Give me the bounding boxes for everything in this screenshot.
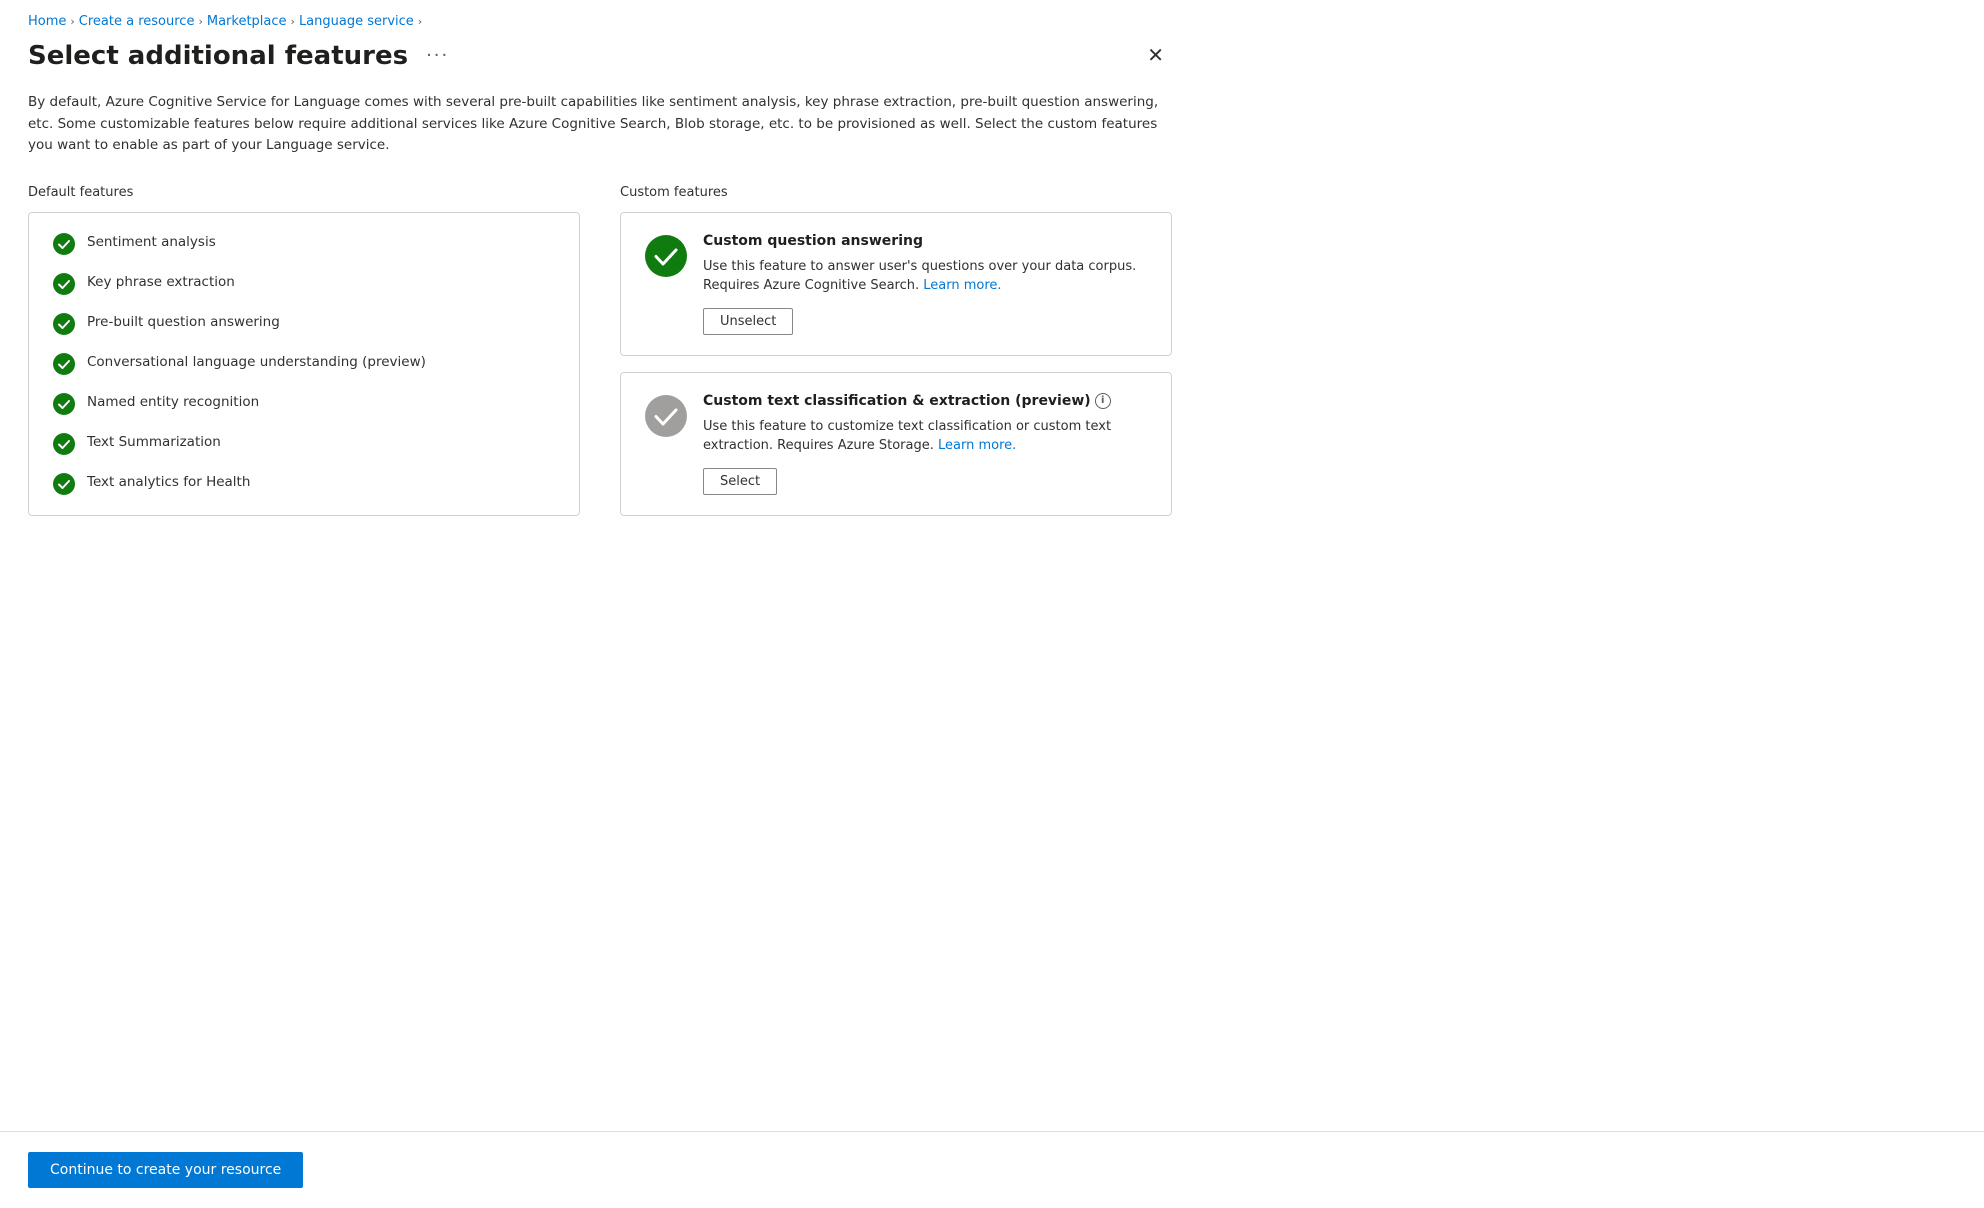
footer-bar: Continue to create your resource <box>0 1131 1984 1208</box>
feature-label: Sentiment analysis <box>87 233 216 252</box>
check-icon <box>53 233 75 255</box>
custom-card-custom-question-answering: Custom question answering Use this featu… <box>620 212 1172 356</box>
feature-label: Key phrase extraction <box>87 273 235 292</box>
feature-label: Named entity recognition <box>87 393 259 412</box>
continue-button[interactable]: Continue to create your resource <box>28 1152 303 1188</box>
default-feature-item: Named entity recognition <box>53 393 555 415</box>
check-icon <box>53 313 75 335</box>
card-header: Custom text classification & extraction … <box>645 393 1147 495</box>
breadcrumb-sep-1: › <box>70 15 74 28</box>
default-features-section: Default features Sentiment analysis Key … <box>28 185 580 516</box>
breadcrumb: Home › Create a resource › Marketplace ›… <box>0 0 1984 39</box>
feature-label: Pre-built question answering <box>87 313 280 332</box>
custom-features-col: Custom question answering Use this featu… <box>620 212 1172 516</box>
custom-features-section: Custom features Custom question answerin… <box>620 185 1172 516</box>
check-icon <box>53 393 75 415</box>
breadcrumb-home[interactable]: Home <box>28 14 66 29</box>
feature-label: Text Summarization <box>87 433 221 452</box>
card-title: Custom question answering <box>703 233 1147 249</box>
default-feature-item: Text analytics for Health <box>53 473 555 495</box>
learn-more-link[interactable]: Learn more. <box>938 438 1016 453</box>
check-icon <box>53 273 75 295</box>
default-feature-item: Conversational language understanding (p… <box>53 353 555 375</box>
card-content: Custom text classification & extraction … <box>703 393 1147 495</box>
check-icon <box>53 433 75 455</box>
card-content: Custom question answering Use this featu… <box>703 233 1147 335</box>
default-feature-item: Text Summarization <box>53 433 555 455</box>
check-icon <box>53 473 75 495</box>
more-options-button[interactable]: ··· <box>420 43 455 68</box>
breadcrumb-sep-2: › <box>198 15 202 28</box>
breadcrumb-sep-4: › <box>418 15 422 28</box>
unselect-button[interactable]: Unselect <box>703 308 793 335</box>
check-icon <box>53 353 75 375</box>
card-icon <box>645 395 687 441</box>
default-features-box: Sentiment analysis Key phrase extraction… <box>28 212 580 516</box>
page-description: By default, Azure Cognitive Service for … <box>28 92 1172 157</box>
custom-features-label: Custom features <box>620 185 1172 200</box>
default-feature-item: Key phrase extraction <box>53 273 555 295</box>
feature-label: Conversational language understanding (p… <box>87 353 426 372</box>
card-icon <box>645 235 687 281</box>
info-icon[interactable]: i <box>1095 393 1111 409</box>
breadcrumb-marketplace[interactable]: Marketplace <box>207 14 287 29</box>
feature-label: Text analytics for Health <box>87 473 250 492</box>
card-header: Custom question answering Use this featu… <box>645 233 1147 335</box>
default-features-label: Default features <box>28 185 580 200</box>
breadcrumb-sep-3: › <box>291 15 295 28</box>
card-description: Use this feature to answer user's questi… <box>703 257 1147 296</box>
close-button[interactable]: ✕ <box>1139 39 1172 72</box>
custom-card-custom-text-classification: Custom text classification & extraction … <box>620 372 1172 516</box>
breadcrumb-create-resource[interactable]: Create a resource <box>79 14 195 29</box>
select-button[interactable]: Select <box>703 468 777 495</box>
card-title: Custom text classification & extraction … <box>703 393 1147 409</box>
default-feature-item: Pre-built question answering <box>53 313 555 335</box>
learn-more-link[interactable]: Learn more. <box>923 278 1001 293</box>
breadcrumb-language-service[interactable]: Language service <box>299 14 414 29</box>
card-description: Use this feature to customize text class… <box>703 417 1147 456</box>
page-title: Select additional features <box>28 41 408 71</box>
default-feature-item: Sentiment analysis <box>53 233 555 255</box>
features-row: Default features Sentiment analysis Key … <box>28 185 1172 516</box>
